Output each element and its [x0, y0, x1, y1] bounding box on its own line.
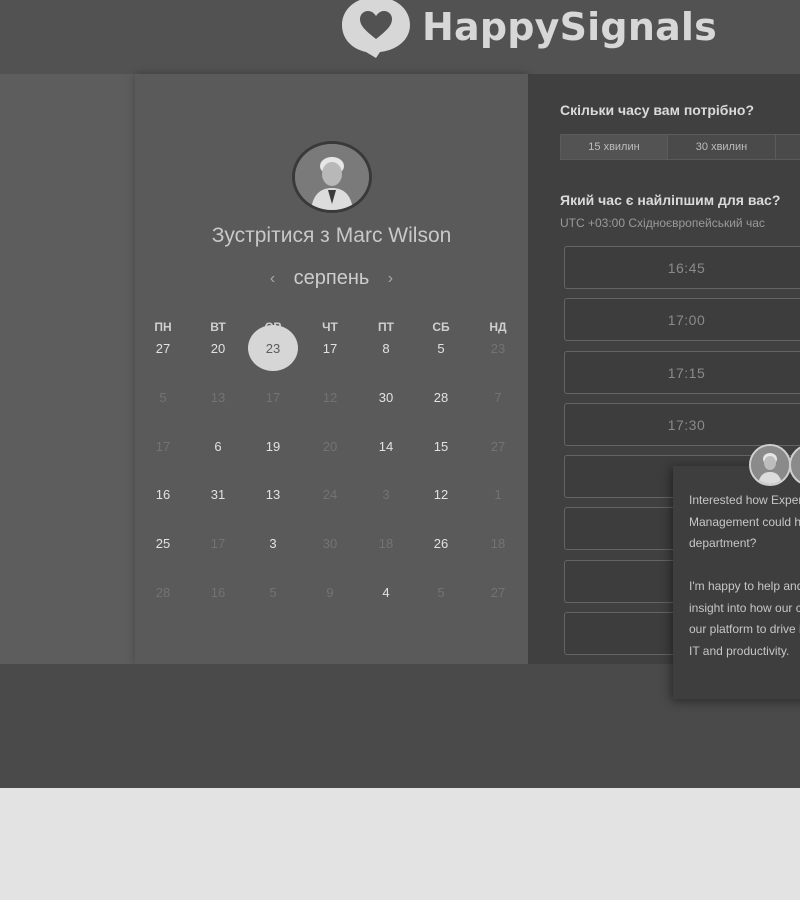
calendar-day: 18 [490, 536, 506, 551]
weekday-label: СБ [432, 320, 450, 334]
calendar-day[interactable]: 15 [416, 439, 466, 454]
calendar-day[interactable]: 6 [193, 439, 243, 454]
calendar-day[interactable]: 13 [248, 487, 298, 502]
host-avatar [292, 141, 372, 213]
chat-agent-avatar[interactable] [749, 444, 791, 486]
weekday-label: ЧТ [322, 320, 338, 334]
duration-tab[interactable]: 15 хвилин [560, 134, 668, 160]
calendar-day[interactable]: 5 [416, 341, 466, 356]
calendar-day: 27 [490, 585, 506, 600]
calendar-day: 5 [437, 585, 445, 600]
calendar-day: 13 [210, 390, 226, 405]
calendar-day[interactable]: 17 [305, 341, 355, 356]
calendar-day[interactable]: 14 [361, 439, 411, 454]
calendar-day: 5 [269, 585, 277, 600]
person-icon [751, 446, 789, 484]
header: HappySignals [0, 0, 800, 74]
calendar-day: 17 [265, 390, 281, 405]
calendar-day[interactable]: 28 [416, 390, 466, 405]
calendar-day: 18 [378, 536, 394, 551]
brand-name: HappySignals [422, 5, 717, 49]
calendar-day: 27 [490, 439, 506, 454]
calendar-day[interactable]: 30 [361, 390, 411, 405]
brand-logo[interactable]: HappySignals [340, 0, 717, 58]
calendar-day: 5 [159, 390, 167, 405]
calendar-day[interactable]: 4 [361, 585, 411, 600]
calendar-day[interactable]: 31 [193, 487, 243, 502]
weekday-label: ВТ [210, 320, 226, 334]
meeting-title: Зустрітися з Marc Wilson [135, 224, 528, 248]
calendar-day: 30 [322, 536, 338, 551]
month-label: серпень [293, 267, 370, 289]
duration-tab[interactable]: 30 хвилин [668, 134, 776, 160]
weekday-label: ПТ [378, 320, 394, 334]
chat-message: Interested how Experience Management cou… [689, 493, 800, 658]
calendar-day[interactable]: 8 [361, 341, 411, 356]
calendar-day[interactable]: 26 [416, 536, 466, 551]
timezone-label: UTC +03:00 Східноєвропейський час [560, 216, 765, 230]
weekday-label: ПН [154, 320, 172, 334]
calendar-day: 23 [490, 341, 506, 356]
duration-tabs: 15 хвилин 30 хвилин [560, 134, 800, 162]
calendar-day: 17 [155, 439, 171, 454]
calendar-day[interactable]: 19 [248, 439, 298, 454]
calendar-day-selected[interactable]: 23 [248, 341, 298, 356]
calendar-day[interactable]: 25 [138, 536, 188, 551]
month-navigation: ‹ серпень › [135, 267, 528, 290]
calendar-day[interactable]: 3 [248, 536, 298, 551]
calendar-day: 28 [155, 585, 171, 600]
calendar-day[interactable]: 20 [193, 341, 243, 356]
calendar-day: 12 [322, 390, 338, 405]
calendar-day: 3 [382, 487, 390, 502]
calendar-day[interactable]: 16 [138, 487, 188, 502]
time-slot-button[interactable]: 17:00 [564, 298, 800, 341]
chevron-right-icon[interactable]: › [374, 270, 407, 288]
calendar-day[interactable]: 27 [138, 341, 188, 356]
app-window: HappySignals Зустрітися з Marc Wilson ‹ с… [0, 0, 800, 788]
calendar-card: Зустрітися з Marc Wilson ‹ серпень › ПН ВТ… [135, 74, 528, 664]
host-name: Marc Wilson [335, 224, 452, 247]
person-icon [295, 144, 369, 210]
weekday-label: НД [489, 320, 507, 334]
time-slot-button[interactable]: 16:45 [564, 246, 800, 289]
chat-popup[interactable]: Interested how Experience Management cou… [673, 466, 800, 699]
calendar-day[interactable]: 12 [416, 487, 466, 502]
time-question: Який час є найліпшим для вас? [560, 192, 781, 208]
calendar-day: 1 [494, 487, 502, 502]
calendar-day: 24 [322, 487, 338, 502]
calendar-day: 16 [210, 585, 226, 600]
meeting-title-prefix: Зустрітися з [211, 224, 330, 247]
heart-bubble-icon [342, 0, 410, 58]
left-background [0, 74, 135, 664]
calendar-day: 17 [210, 536, 226, 551]
calendar-day: 7 [494, 390, 502, 405]
duration-question: Скільки часу вам потрібно? [560, 102, 755, 118]
calendar-day: 9 [326, 585, 334, 600]
calendar-day: 20 [322, 439, 338, 454]
chevron-left-icon[interactable]: ‹ [256, 270, 289, 288]
time-slot-button[interactable]: 17:15 [564, 351, 800, 394]
time-slot-button[interactable]: 17:30 [564, 403, 800, 446]
duration-tab[interactable] [776, 134, 800, 160]
